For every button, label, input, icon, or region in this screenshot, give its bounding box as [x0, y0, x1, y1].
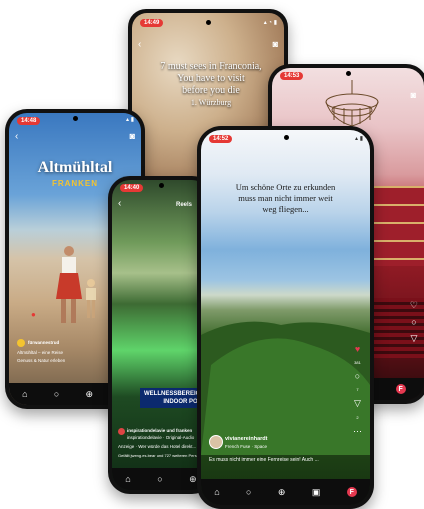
forest-hill-image	[201, 321, 370, 455]
plus-square-icon[interactable]: ⊕	[86, 389, 94, 400]
bottom-nav: ⌂ ○ ⊕	[112, 468, 210, 490]
username[interactable]: vivianereinhardt	[225, 436, 268, 442]
reels-header: Reels	[175, 202, 192, 208]
hikers-image	[56, 246, 96, 323]
back-icon[interactable]: ‹	[138, 39, 141, 50]
back-icon[interactable]: ‹	[15, 131, 18, 142]
caption-text: Anzeige · Wer würde das Hotel direkt...	[118, 444, 197, 449]
time-indicator: 14:53	[280, 72, 304, 80]
audio-label[interactable]: inspirationdelavie · Original-Audio	[127, 435, 194, 441]
time-indicator: 14:49	[140, 19, 164, 27]
camera-icon[interactable]: ◙	[273, 39, 278, 49]
share-icon[interactable]: ▽	[411, 333, 418, 344]
status-icons: ▴ ◔ ▮	[263, 20, 277, 26]
username[interactable]: fürwannestrud	[28, 340, 59, 346]
home-icon[interactable]: ⌂	[125, 474, 130, 484]
profile-avatar[interactable]: F	[346, 487, 357, 497]
front-camera	[283, 135, 289, 140]
share-count: 2	[356, 415, 359, 420]
home-icon[interactable]: ⌂	[22, 389, 27, 399]
caption-text: Altmühltal – eine Reise	[17, 350, 64, 355]
overlay-text: 7 must sees in Franconia, You have to vi…	[146, 61, 276, 109]
title-text: Altmühltal	[37, 159, 113, 176]
time-indicator: 14:52	[209, 135, 233, 143]
action-column: ♡ ○ ▽	[410, 300, 418, 344]
comment-icon[interactable]: ○	[411, 317, 416, 327]
bottom-nav: ⌂ ○ ⊕ ▣ F	[201, 479, 370, 505]
action-column: ♥ 381 ○ 7 ▽ 2 ⋯	[353, 344, 362, 437]
likes-text: Gefällt jweng.es.bear und 727 weiteren P…	[118, 453, 206, 458]
heart-icon[interactable]: ♥	[355, 344, 360, 354]
more-icon[interactable]: ⋯	[353, 426, 362, 437]
plus-square-icon[interactable]: ⊕	[278, 487, 286, 498]
overlay-text: Um schöne Orte zu erkunden muss man nich…	[235, 182, 336, 214]
phone-forest: 14:52 ▴ ▮ Um schöne Orte zu erkunden mus…	[197, 126, 374, 509]
front-camera	[346, 71, 351, 76]
overlay-line: 1. Würzburg	[190, 98, 232, 107]
time-indicator: 14:40	[120, 184, 144, 192]
search-icon[interactable]: ○	[157, 474, 162, 484]
front-camera	[206, 20, 211, 25]
comment-icon[interactable]: ○	[355, 371, 360, 381]
plus-square-icon[interactable]: ⊕	[189, 474, 197, 485]
search-icon[interactable]: ○	[246, 487, 251, 497]
time-indicator: 14:48	[17, 117, 41, 125]
front-camera	[159, 183, 164, 188]
comment-count: 7	[356, 387, 359, 392]
audio-label[interactable]: French Fuse · Space	[225, 444, 267, 450]
heart-icon[interactable]: ♡	[410, 300, 418, 311]
home-icon[interactable]: ⌂	[214, 487, 219, 497]
overlay-line: 7 must sees in Franconia,	[160, 61, 262, 72]
overlay-line: You have to visit	[177, 73, 245, 84]
camera-icon[interactable]: ◙	[411, 90, 416, 100]
username[interactable]: inspirationdelavie und franken	[127, 428, 192, 434]
reel-screen: 14:52 ▴ ▮ Um schöne Orte zu erkunden mus…	[201, 130, 370, 505]
profile-avatar[interactable]: F	[395, 384, 406, 394]
reel-screen: 14:40 ‹ Reels WELLNESSBEREICH INDOOR POO…	[112, 180, 210, 490]
caption-text: Es muss nicht immer eine Fernreise sein!…	[209, 457, 319, 463]
like-count: 381	[354, 360, 361, 365]
status-icons: ▴ ▮	[355, 136, 363, 142]
user-avatar[interactable]	[209, 435, 223, 449]
share-icon[interactable]: ▽	[354, 398, 361, 409]
front-camera	[73, 116, 78, 121]
location-pin-icon: ●	[31, 310, 36, 319]
overlay-line: before you die	[182, 85, 240, 96]
back-icon[interactable]: ‹	[118, 198, 121, 209]
search-icon[interactable]: ○	[54, 389, 59, 399]
status-icons: ▴ ▮	[126, 117, 134, 123]
camera-icon[interactable]: ◙	[130, 131, 135, 141]
user-avatar[interactable]	[17, 339, 25, 347]
reels-icon[interactable]: ▣	[312, 487, 321, 498]
caption-text: Genuss & Natur erleben	[17, 358, 66, 363]
user-avatar[interactable]	[118, 428, 125, 435]
